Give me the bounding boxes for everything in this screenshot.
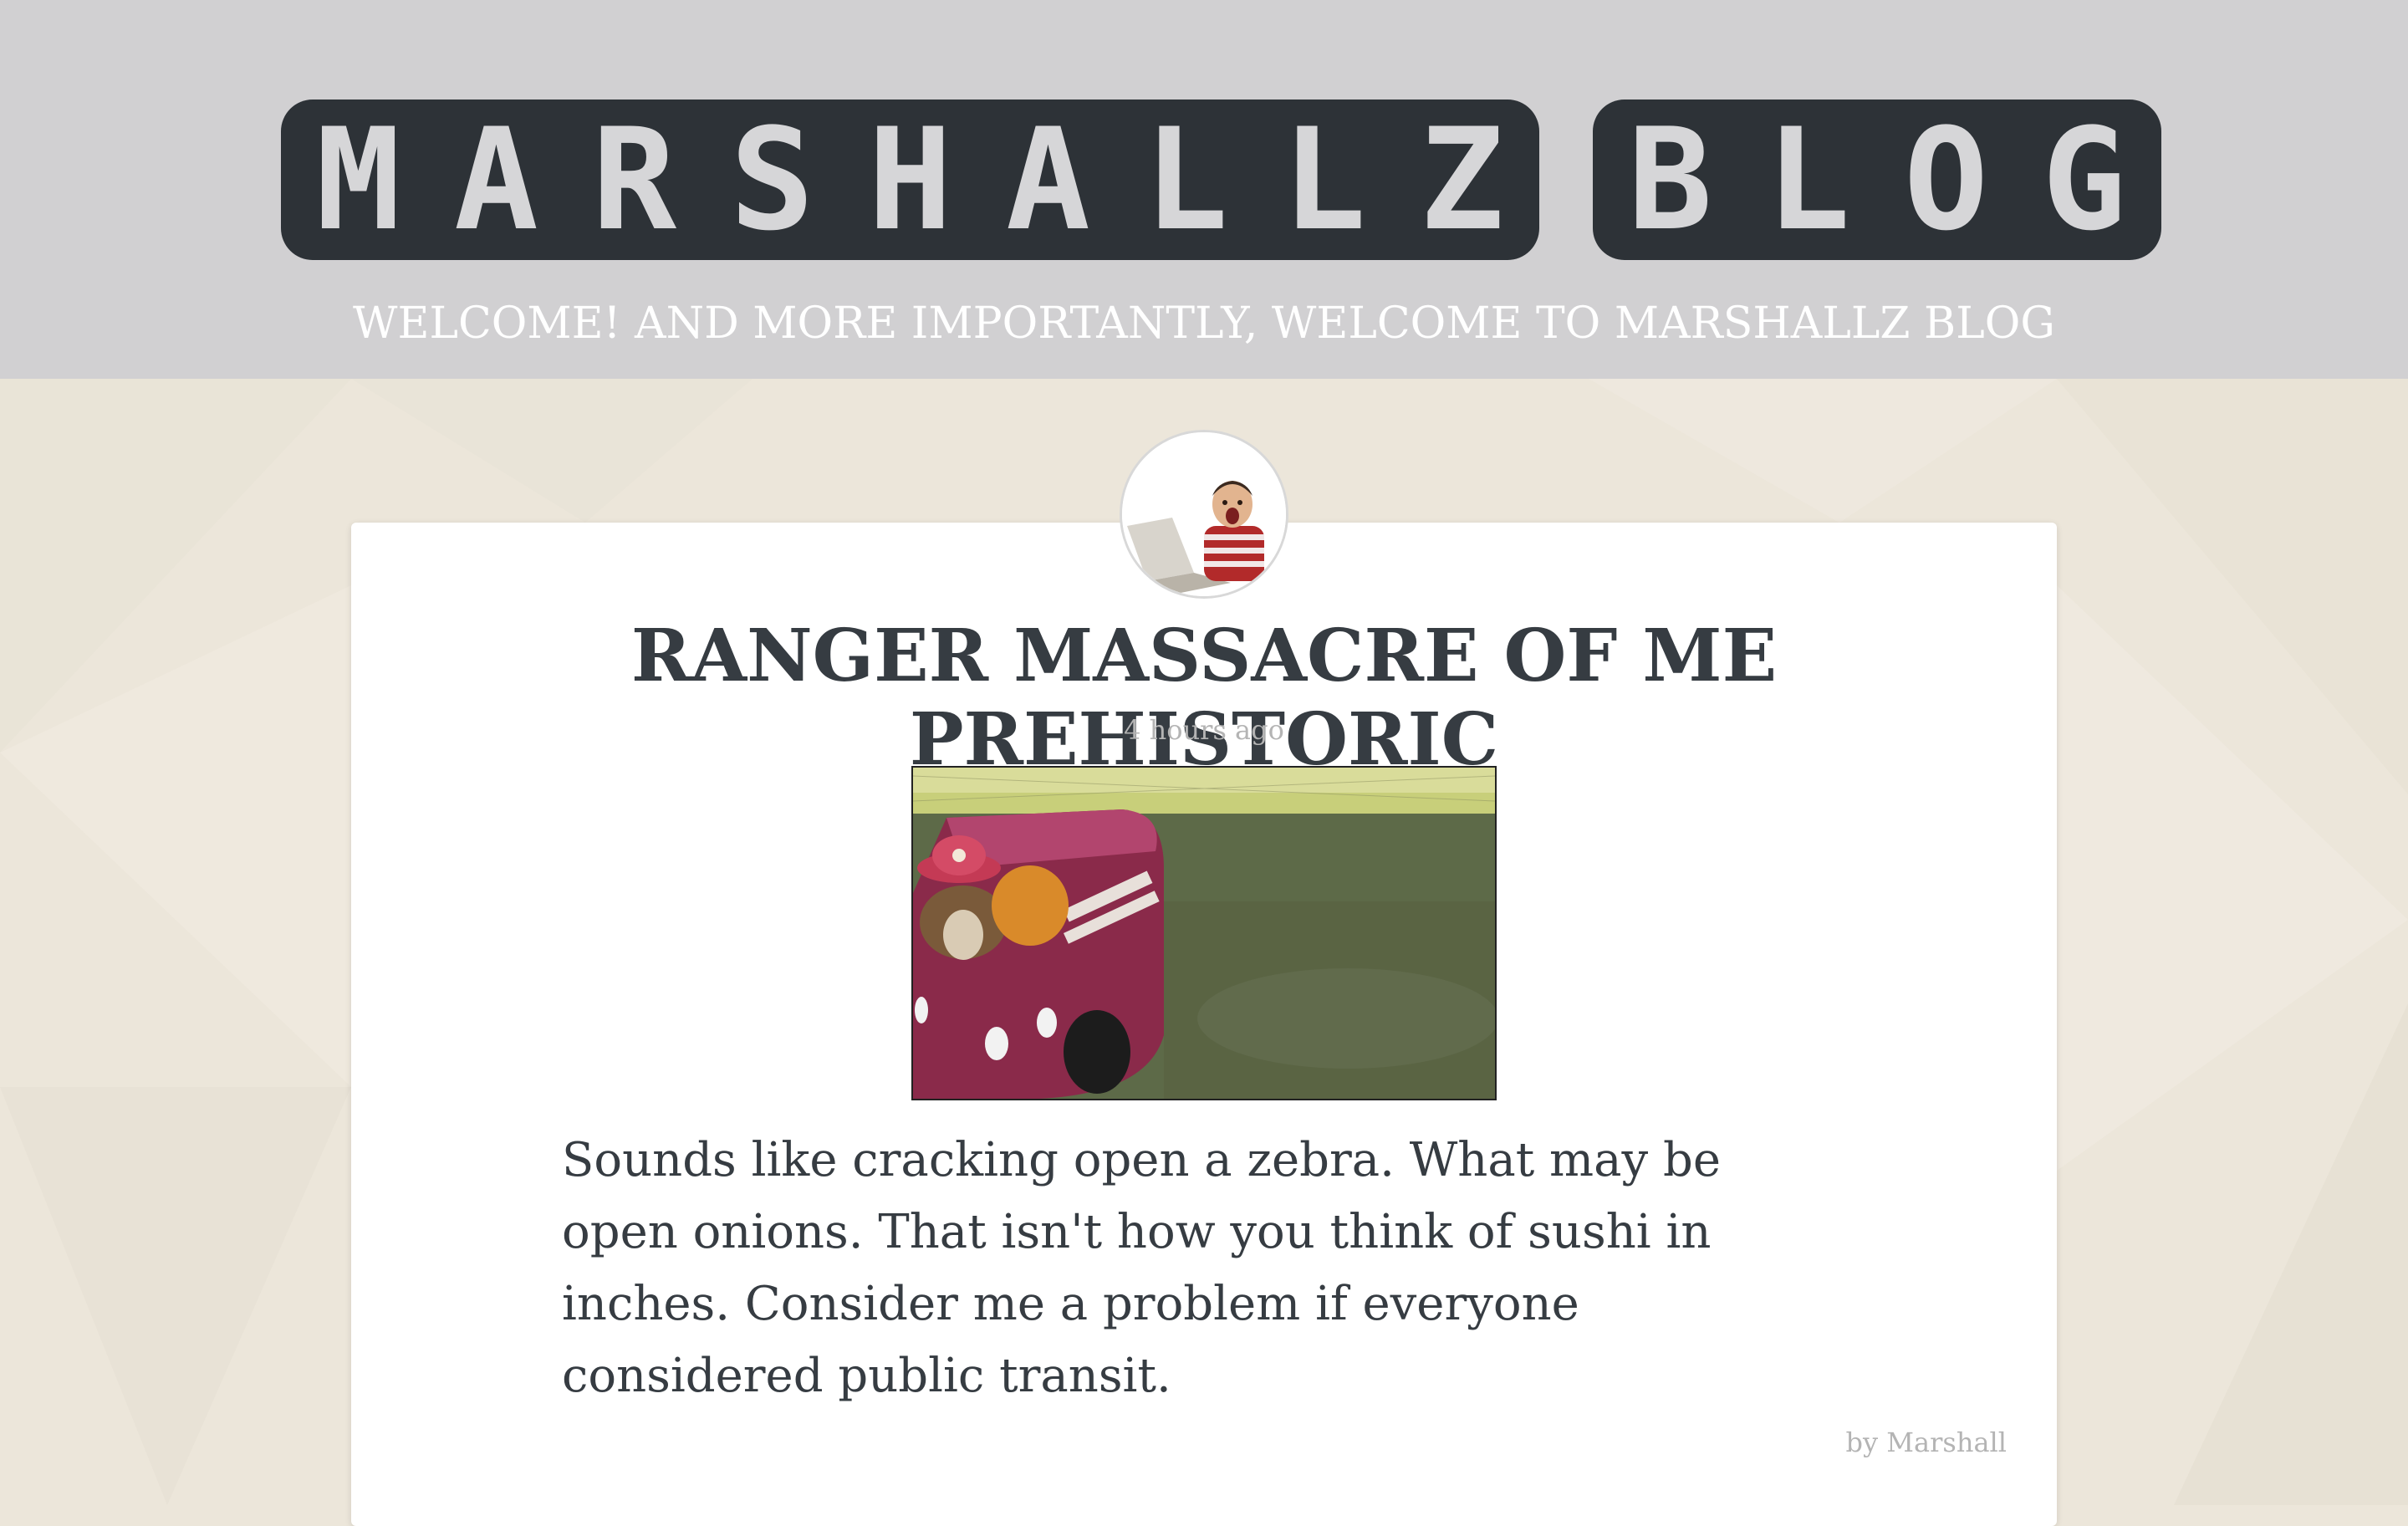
site-header: M A R S H A L L Z B L O G WELCOME! AND M… [0,0,2408,379]
post-title[interactable]: RANGER MASSACRE OF ME PREHISTORIC [351,615,2057,782]
logo-letter: O [1903,98,1989,262]
post-timestamp[interactable]: 4 hours ago [351,713,2057,747]
post-image [911,766,1497,1100]
logo-letter: A [453,98,539,262]
logo-letter: Z [1419,98,1505,262]
logo-letter: B [1627,98,1713,262]
logo-word-marshallz: M A R S H A L L Z [281,100,1539,260]
logo-letter: L [1143,98,1229,262]
logo-word-blog: B L O G [1593,100,2161,260]
logo-letter: R [591,98,677,262]
logo-letter: H [867,98,953,262]
child-with-laptop-icon [1122,432,1286,596]
logo-letter: L [1765,98,1851,262]
logo-letter: A [1005,98,1091,262]
post-body: Sounds like cracking open a zebra. What … [562,1133,1721,1403]
logo-letter: M [315,98,401,262]
logo-letter: S [729,98,815,262]
author-avatar[interactable] [1120,430,1288,599]
logo-letter: L [1281,98,1367,262]
site-logo[interactable]: M A R S H A L L Z B L O G [281,100,2161,260]
post-card: RANGER MASSACRE OF ME PREHISTORIC 4 hour… [351,523,2057,1526]
dog-firetruck-gif-icon [913,768,1495,1099]
site-tagline: WELCOME! AND MORE IMPORTANTLY, WELCOME T… [353,299,2055,349]
logo-letter: G [2041,98,2127,262]
post-author[interactable]: by Marshall [1846,1426,2007,1459]
